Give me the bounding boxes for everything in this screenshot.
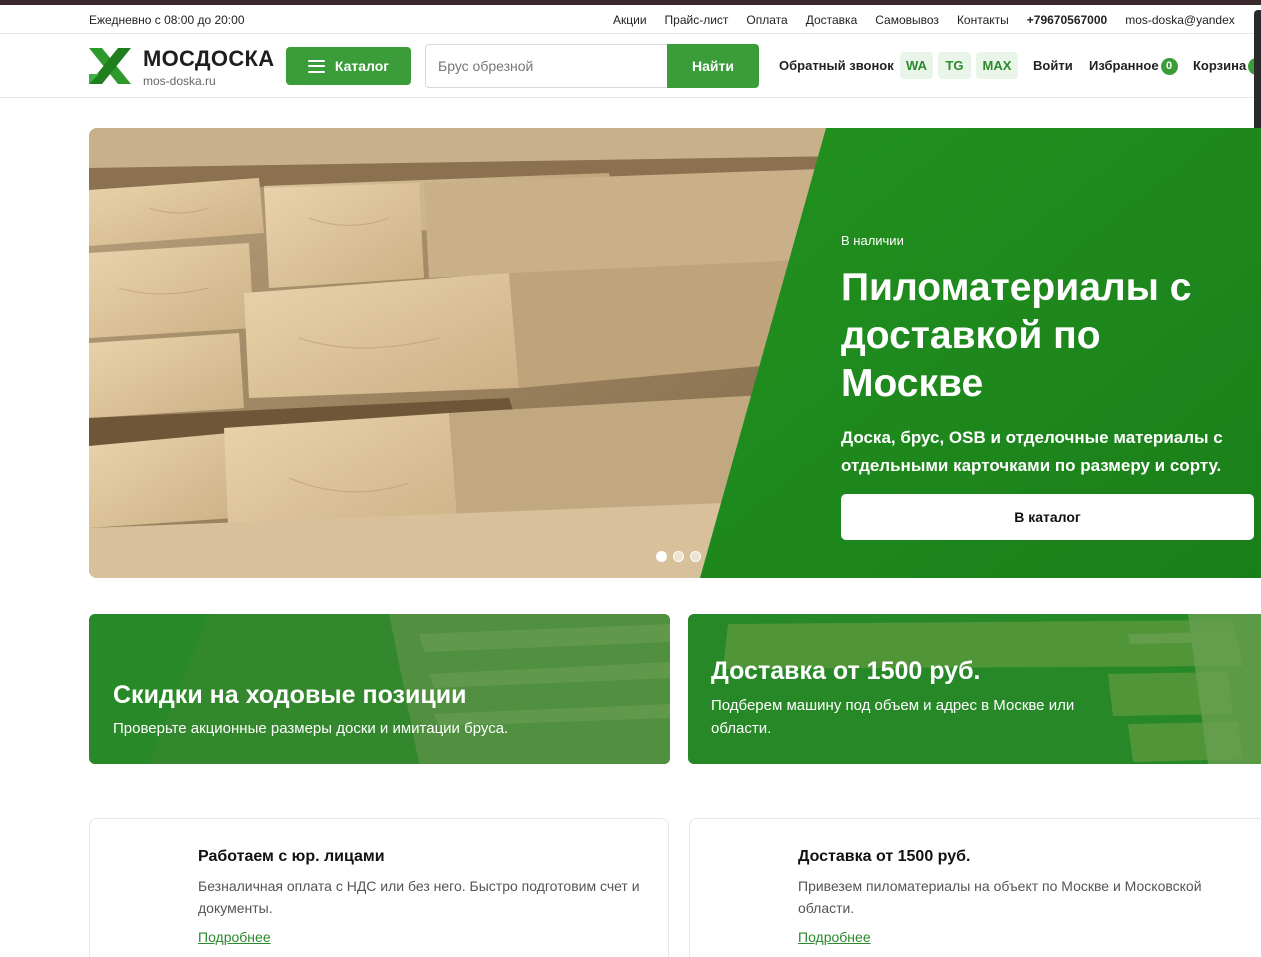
login-link[interactable]: Войти [1033, 58, 1073, 73]
site-header: МОСДОСКА mos-doska.ru Каталог Найти Обра… [0, 35, 1261, 98]
info-legal-more-link[interactable]: Подробнее [198, 929, 271, 945]
top-link-payment[interactable]: Оплата [746, 13, 787, 27]
top-link-contacts[interactable]: Контакты [957, 13, 1009, 27]
slider-dot-2[interactable] [673, 551, 684, 562]
favorites-count-badge: 0 [1160, 58, 1178, 76]
to-catalog-button[interactable]: В каталог [841, 494, 1254, 540]
slider-dots [656, 551, 701, 562]
menu-icon [307, 59, 325, 73]
info-delivery-title: Доставка от 1500 руб. [798, 848, 971, 865]
favorites-link[interactable]: Избранное 0 [1089, 58, 1178, 76]
logo-name[interactable]: МОСДОСКА [143, 46, 274, 72]
top-link-promotions[interactable]: Акции [613, 13, 647, 27]
slider-dot-3[interactable] [690, 551, 701, 562]
whatsapp-button[interactable]: WA [900, 52, 933, 79]
hero-title: Пиломатериалы с доставкой по Москве [841, 266, 1192, 405]
hero-subtitle: Доска, брус, OSB и отделочные материалы … [841, 428, 1223, 475]
search-button[interactable]: Найти [667, 44, 759, 88]
logo-icon[interactable] [89, 48, 131, 84]
telegram-button[interactable]: TG [938, 52, 971, 79]
favorites-label: Избранное [1089, 58, 1159, 73]
search-input[interactable] [425, 44, 669, 88]
info-delivery-more-link[interactable]: Подробнее [798, 929, 871, 945]
catalog-button[interactable]: Каталог [286, 47, 411, 85]
promo-delivery-text: Подберем машину под объем и адрес в Моск… [711, 697, 1075, 737]
top-nav: Акции Прайс-лист Оплата Доставка Самовыв… [613, 13, 1253, 27]
promo-discounts-text: Проверьте акционные размеры доски и имит… [113, 720, 509, 737]
promo-delivery-background [688, 614, 1261, 764]
phone-link[interactable]: +79670567000 [1027, 13, 1107, 27]
top-link-delivery[interactable]: Доставка [806, 13, 858, 27]
top-info-bar: Ежедневно с 08:00 до 20:00 Акции Прайс-л… [0, 5, 1261, 34]
logo-domain: mos-doska.ru [143, 74, 216, 88]
cart-label: Корзина [1193, 58, 1247, 73]
info-legal-text: Безналичная оплата с НДС или без него. Б… [198, 878, 640, 916]
hero-banner: В наличии Пиломатериалы с доставкой по М… [89, 128, 1261, 578]
info-legal-title: Работаем с юр. лицами [198, 848, 385, 865]
promo-discounts-title: Скидки на ходовые позиции [113, 681, 467, 709]
callback-link[interactable]: Обратный звонок [779, 58, 894, 73]
info-card-legal-entities: Работаем с юр. лицами Безналичная оплата… [89, 818, 669, 957]
promo-delivery-title: Доставка от 1500 руб. [711, 657, 981, 685]
working-hours: Ежедневно с 08:00 до 20:00 [89, 13, 245, 27]
email-link[interactable]: mos-doska@yandex [1125, 13, 1235, 27]
promo-card-discounts[interactable]: Скидки на ходовые позиции Проверьте акци… [89, 614, 670, 764]
promo-card-delivery[interactable]: Доставка от 1500 руб. Подберем машину по… [688, 614, 1261, 764]
cart-link[interactable]: Корзина0 [1193, 58, 1261, 76]
hero-eyebrow: В наличии [841, 233, 904, 248]
info-card-delivery: Доставка от 1500 руб. Привезем пиломатер… [689, 818, 1261, 957]
slider-dot-1[interactable] [656, 551, 667, 562]
catalog-button-label: Каталог [334, 58, 390, 74]
info-delivery-text: Привезем пиломатериалы на объект по Моск… [798, 878, 1202, 916]
max-messenger-button[interactable]: MAX [976, 52, 1018, 79]
top-link-pickup[interactable]: Самовывоз [875, 13, 939, 27]
top-link-price-list[interactable]: Прайс-лист [665, 13, 729, 27]
